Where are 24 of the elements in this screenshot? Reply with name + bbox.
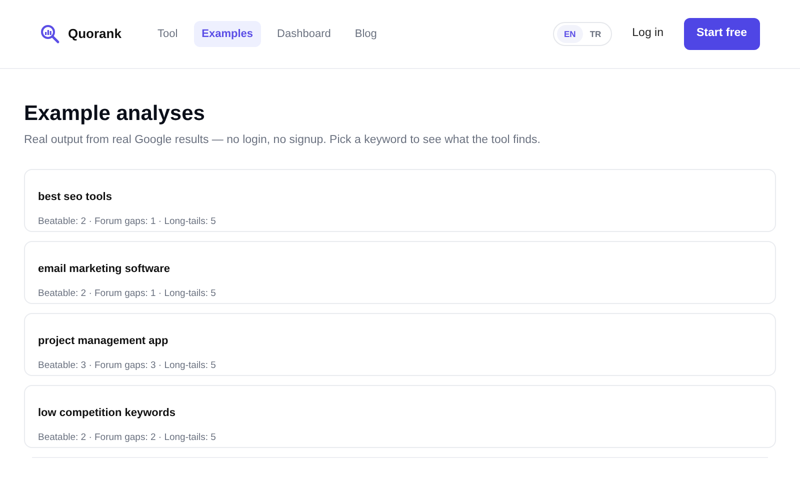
nav-link[interactable]: Dashboard [269,20,339,48]
example-card[interactable]: best seo tools Beatable: 2 · Forum gaps: 1 · Long-tails: 5 [24,169,776,232]
analysis-stats: Beatable: 3 · Forum gaps: 3 · Long-tails: 5 [38,359,216,374]
example-card[interactable]: project management app Beatable: 3 · Forum gaps: 3 · Long-tails: 5 [24,313,776,376]
language-button[interactable]: TR [582,24,608,44]
language-button[interactable]: EN [557,24,583,44]
login-link[interactable]: Log in [632,25,664,43]
keyword-title: project management app [38,334,168,350]
example-card[interactable]: low competition keywords Beatable: 2 · Forum gaps: 2 · Long-tails: 5 [24,385,776,448]
start-free-button[interactable]: Start free [684,18,760,50]
page-title: Example analyses [24,101,206,126]
keyword-title: best seo tools [38,190,112,206]
nav-link[interactable]: Examples [194,20,262,48]
keyword-title: email marketing software [38,262,170,278]
keyword-title: low competition keywords [38,406,176,422]
page-subtitle: Real output from real Google results — no login, no signup. Pick a keyword to see what the tool finds. [24,133,542,148]
brand-name[interactable]: Quorank [68,24,122,44]
nav-link[interactable]: Tool [149,20,186,48]
analysis-stats: Beatable: 2 · Forum gaps: 2 · Long-tails: 5 [38,431,216,446]
example-card[interactable]: email marketing software Beatable: 2 · Forum gaps: 1 · Long-tails: 5 [24,241,776,304]
analysis-stats: Beatable: 2 · Forum gaps: 1 · Long-tails: 5 [38,287,216,302]
nav-link[interactable]: Blog [346,20,385,48]
logo-icon [40,24,60,44]
analysis-stats: Beatable: 2 · Forum gaps: 1 · Long-tails: 5 [38,215,216,230]
